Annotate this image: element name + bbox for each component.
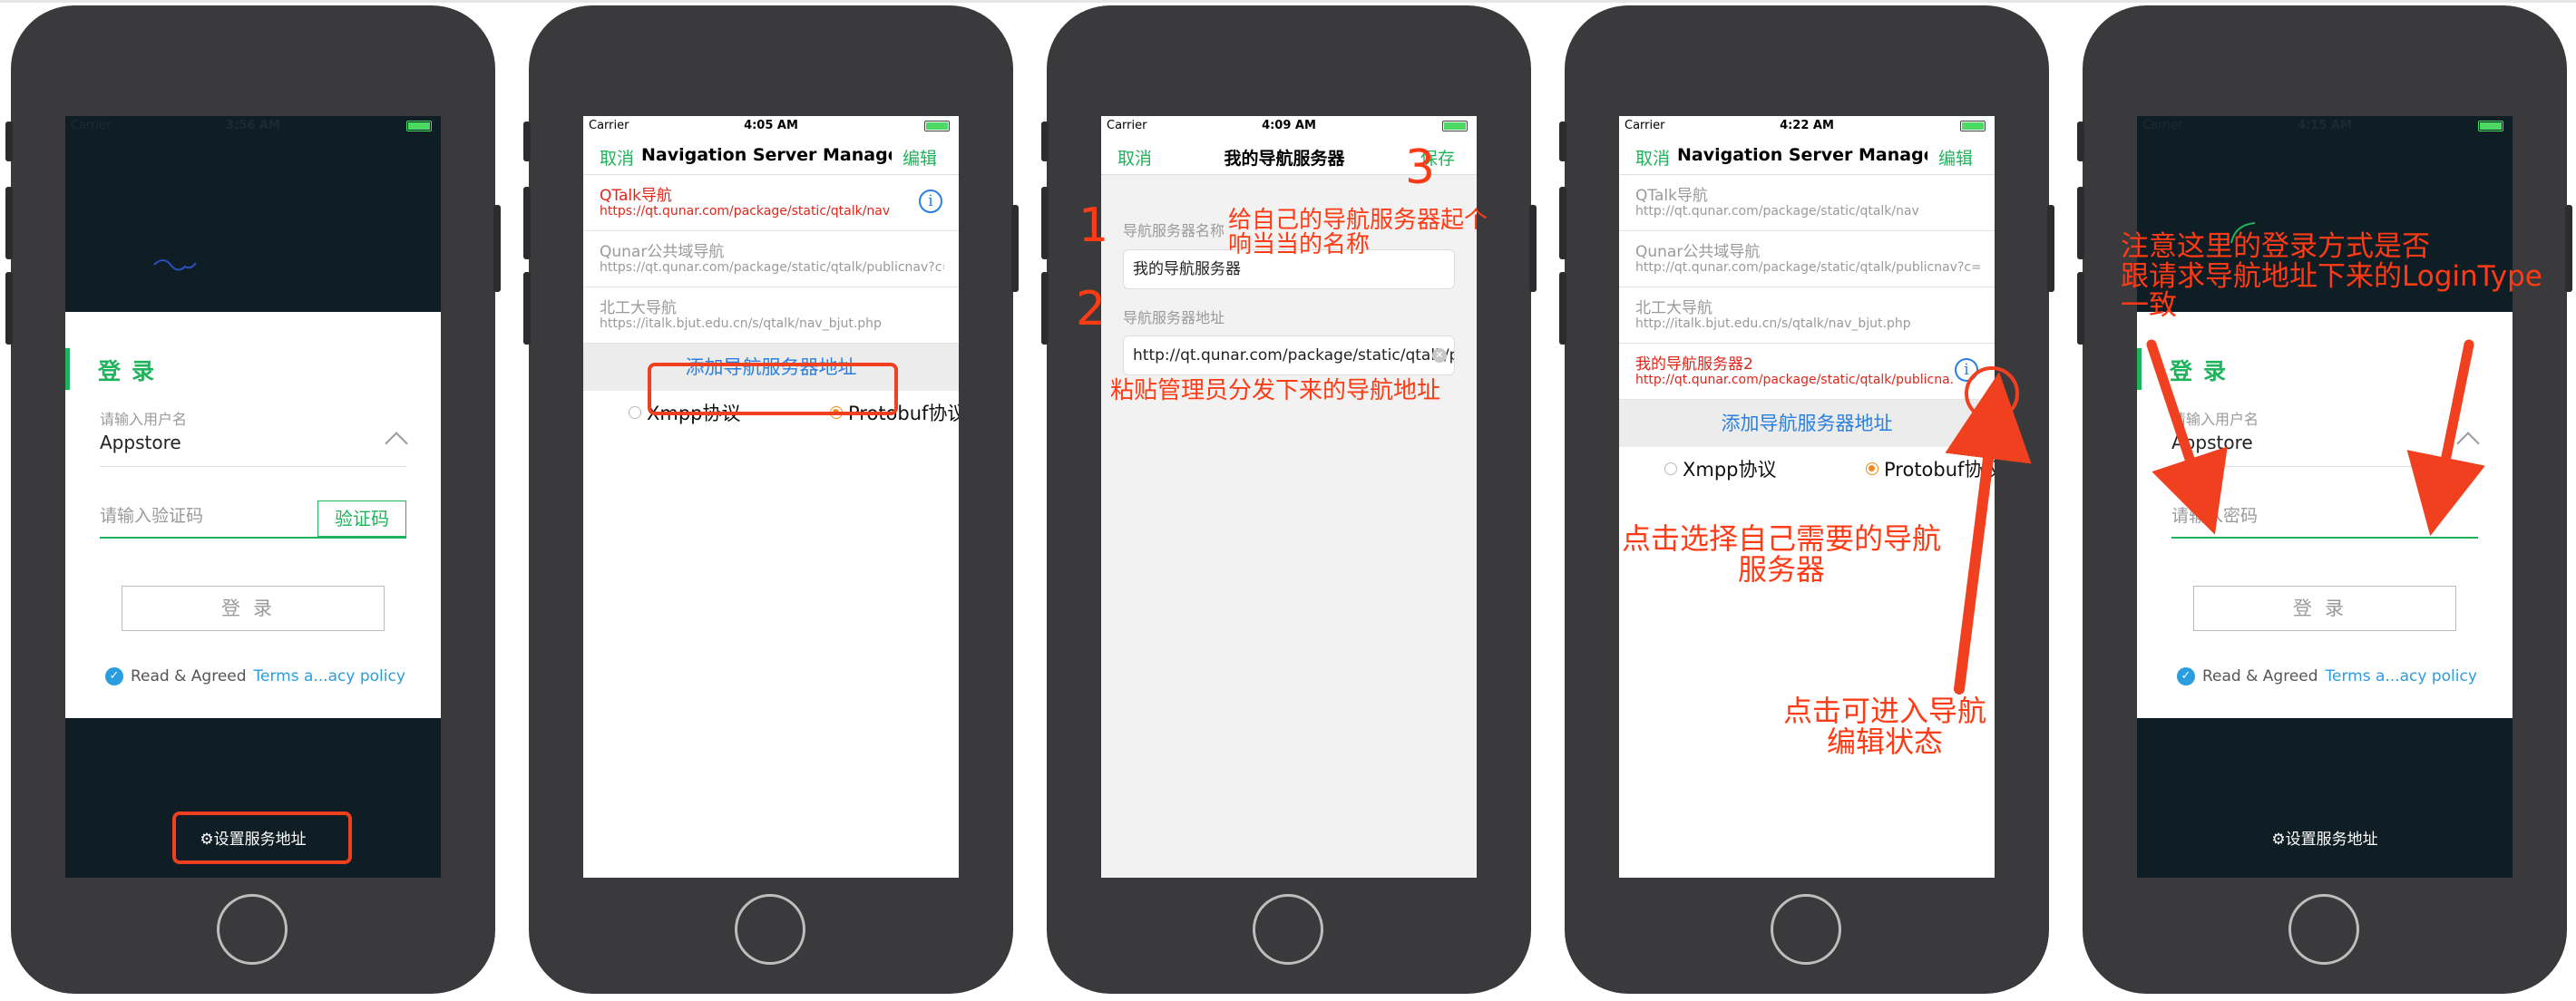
arrow-to-info-icon: [1945, 372, 2032, 695]
arrow-to-password-right: [2406, 339, 2485, 537]
arrow-to-password-left: [2146, 339, 2228, 535]
annotation-arrows: [1945, 339, 2485, 695]
